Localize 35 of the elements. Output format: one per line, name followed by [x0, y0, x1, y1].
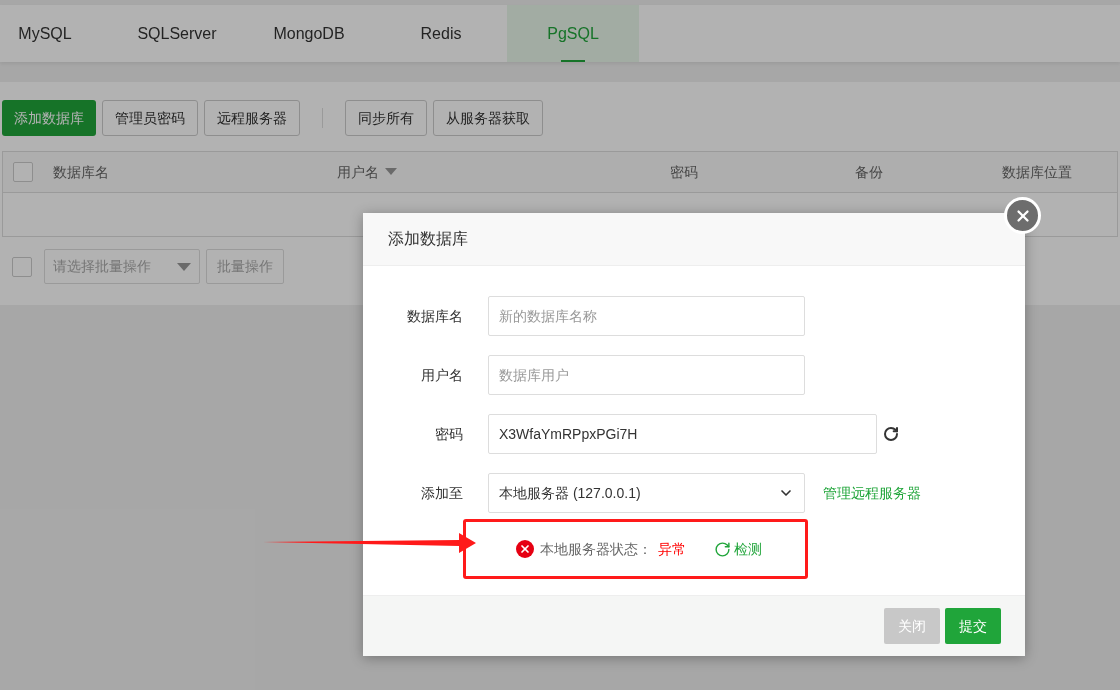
field-label: 数据库名: [406, 306, 464, 326]
tab[interactable]: PgSQL: [507, 5, 639, 62]
status-value: 异常: [658, 539, 686, 559]
column-header[interactable]: 数据库名: [53, 161, 109, 183]
server-select[interactable]: 本地服务器 (127.0.0.1): [488, 473, 805, 513]
caret-icon: [177, 262, 191, 271]
tab[interactable]: Redis: [375, 5, 507, 62]
manage-remote-link[interactable]: 管理远程服务器: [823, 482, 921, 504]
submit-button[interactable]: 提交: [945, 608, 1001, 644]
tab[interactable]: MySQL: [0, 5, 111, 62]
column-header[interactable]: 数据库位置: [1002, 161, 1072, 183]
check-button[interactable]: 检测: [714, 538, 762, 560]
input-field[interactable]: X3WfaYmRPpxPGi7H: [488, 414, 877, 454]
column-header[interactable]: 密码: [670, 161, 698, 183]
tab[interactable]: MongoDB: [243, 5, 375, 62]
toolbar-button[interactable]: 同步所有: [345, 100, 427, 136]
column-header[interactable]: 备份: [855, 161, 883, 183]
input-field[interactable]: 新的数据库名称: [488, 296, 805, 336]
checkbox[interactable]: [13, 162, 33, 182]
add-database-button[interactable]: 添加数据库: [2, 100, 96, 136]
column-header[interactable]: 用户名: [337, 161, 379, 183]
input-field[interactable]: 数据库用户: [488, 355, 805, 395]
status-label: 本地服务器状态：: [540, 539, 652, 559]
tab[interactable]: SQLServer: [111, 5, 243, 62]
field-label: 密码: [434, 424, 464, 444]
dialog-title: 添加数据库: [388, 229, 468, 249]
sort-caret-icon[interactable]: [385, 168, 397, 176]
refresh-icon: [714, 540, 731, 558]
field-label: 添加至: [420, 483, 464, 503]
refresh-icon[interactable]: [883, 426, 899, 442]
toolbar-button[interactable]: 远程服务器: [204, 100, 300, 136]
checkbox[interactable]: [12, 256, 32, 277]
toolbar-button[interactable]: 从服务器获取: [433, 100, 543, 136]
field-label: 用户名: [420, 365, 464, 385]
toolbar-button[interactable]: 管理员密码: [102, 100, 198, 136]
